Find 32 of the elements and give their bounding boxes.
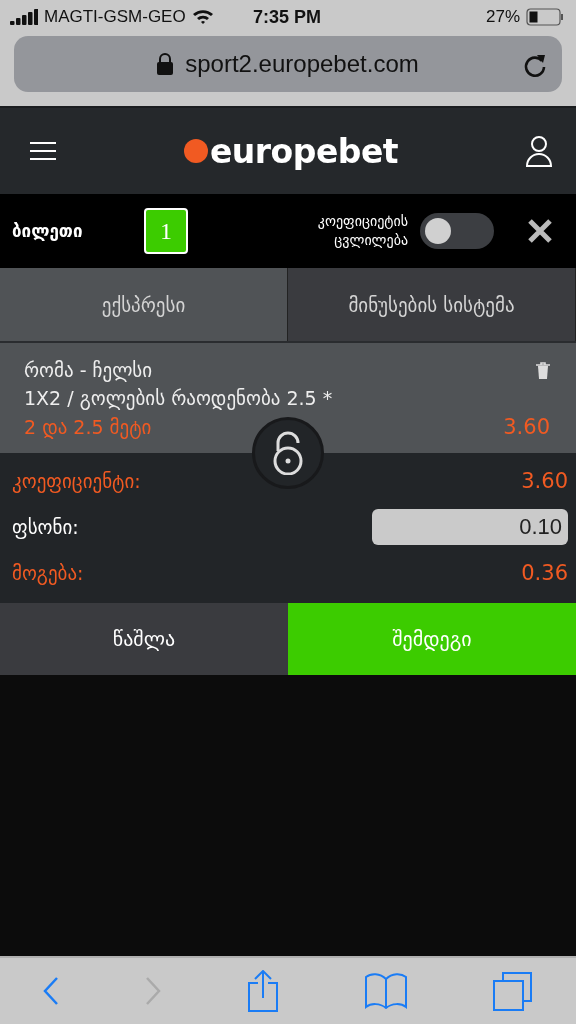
unlocked-icon: [271, 431, 305, 475]
summary-label: ფსონი:: [12, 516, 79, 538]
trash-icon[interactable]: [536, 361, 550, 379]
close-icon[interactable]: [528, 219, 552, 243]
selection-name: 2 და 2.5 მეტი: [24, 416, 152, 438]
summary-value: 3.60: [521, 469, 568, 493]
summary-label: მოგება:: [12, 562, 84, 584]
summary-value: 0.36: [521, 561, 568, 585]
match-name: რომა - ჩელსი: [24, 359, 153, 381]
bet-type-tab[interactable]: მინუსების სისტემა: [288, 268, 576, 341]
url-text: sport2.europebet.com: [185, 50, 419, 78]
market-name: 1X2 / გოლების რაოდენობა 2.5 *: [24, 387, 333, 409]
user-icon[interactable]: [526, 135, 552, 167]
signal-icon: [10, 9, 38, 25]
ticket-count: 1: [144, 208, 188, 254]
battery-icon: [526, 8, 564, 26]
menu-icon[interactable]: [30, 141, 56, 161]
carrier-name: MAGTI-GSM-GEO: [44, 7, 186, 27]
wifi-icon: [191, 9, 214, 25]
logo[interactable]: europebet: [183, 131, 399, 171]
address-bar[interactable]: sport2.europebet.com: [14, 36, 562, 92]
odds-value: 3.60: [503, 415, 550, 439]
delete-button[interactable]: წაშლა: [0, 603, 288, 675]
status-time: 7:35 PM: [253, 6, 321, 28]
battery-percent: 27%: [485, 7, 520, 27]
odds-change-toggle[interactable]: [420, 213, 494, 249]
stake-input[interactable]: 0.10: [372, 509, 568, 545]
ticket-title: ბილეთი: [12, 221, 84, 241]
bet-type-tab[interactable]: ექსპრესი: [0, 268, 288, 341]
lock-icon: [157, 53, 174, 75]
summary-label: კოეფიციენტი:: [12, 470, 141, 492]
odds-change-label: კოეფიციეტის ცვლილება: [316, 212, 408, 250]
